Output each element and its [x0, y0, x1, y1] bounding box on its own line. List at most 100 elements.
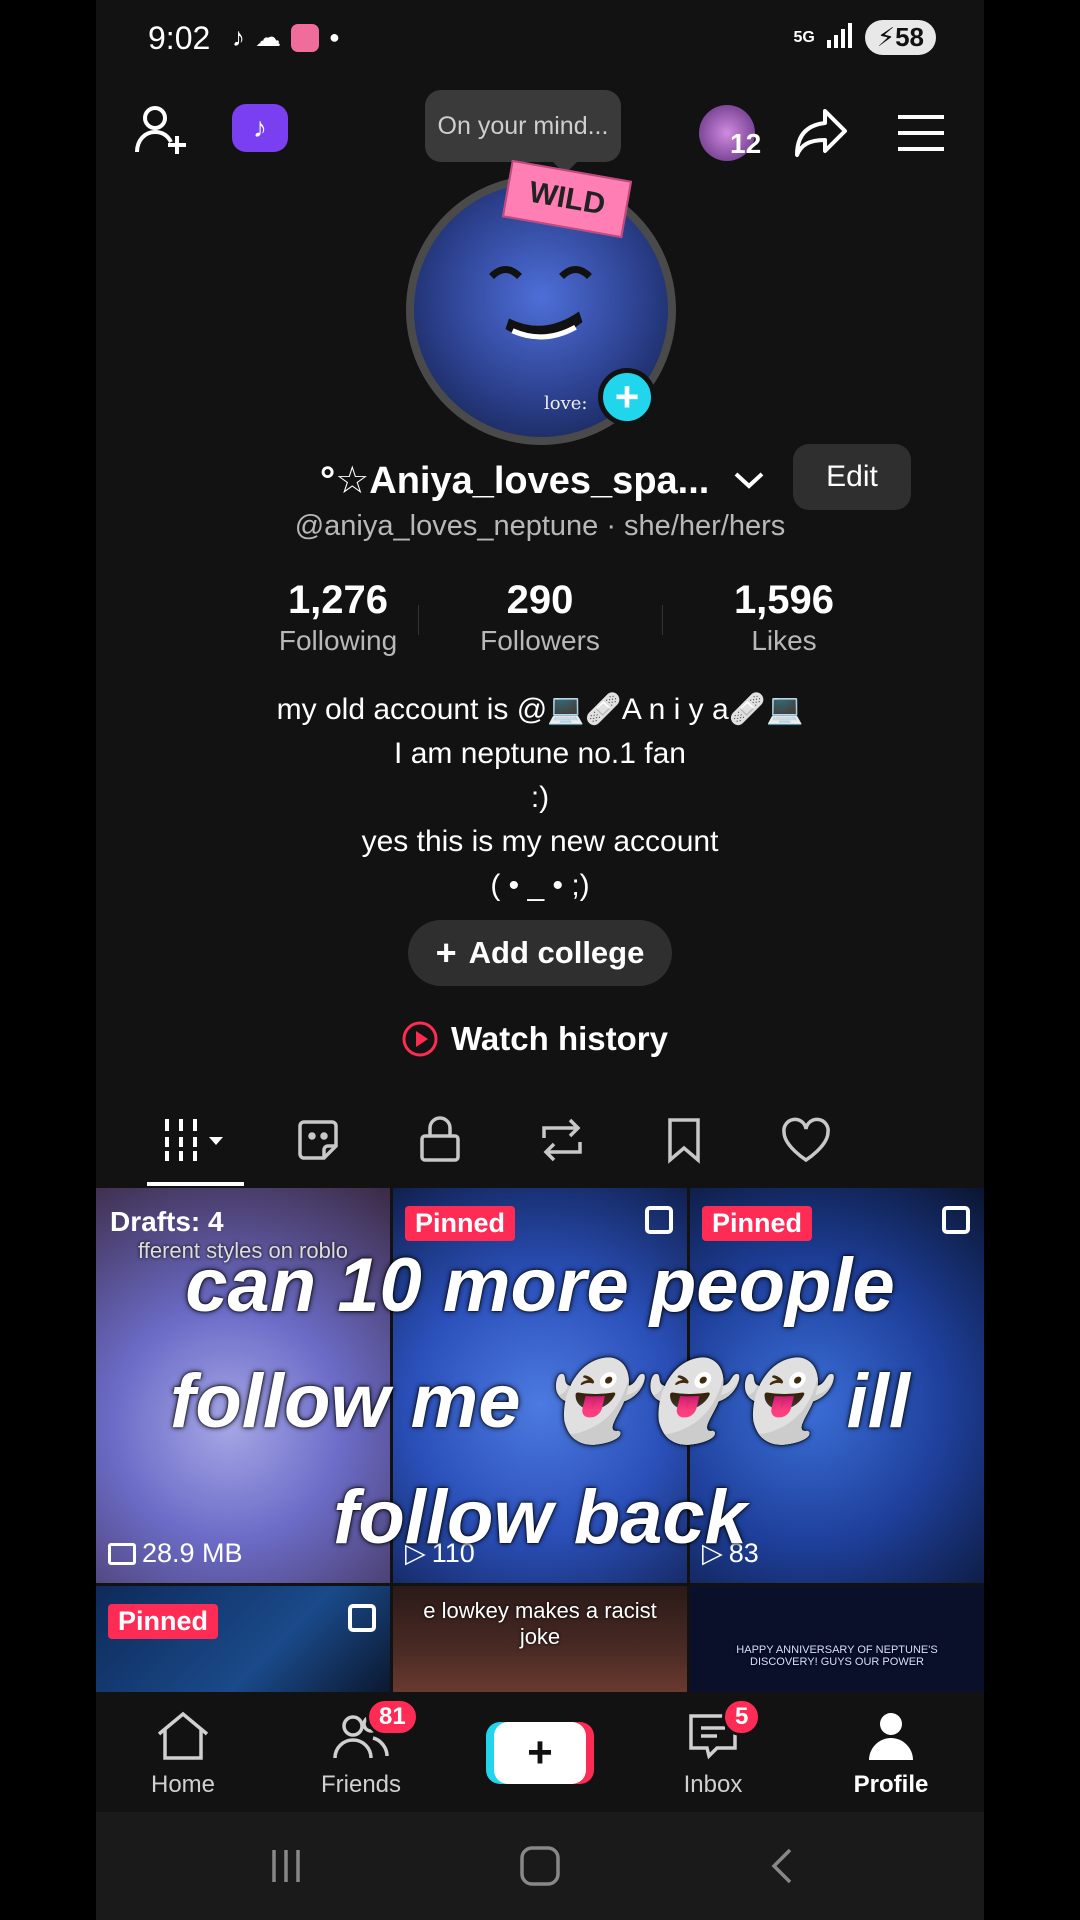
home-system-button[interactable]: [518, 1846, 562, 1891]
multi-photo-icon: [942, 1206, 970, 1234]
status-time: 9:02: [148, 20, 211, 56]
nav-friends[interactable]: Friends 81: [296, 1698, 426, 1799]
heart-icon: [782, 1117, 830, 1163]
app-notification-icon: [291, 23, 319, 52]
status-bar: 9:02 ♪ ☁ ● 5G ⚡58: [96, 0, 984, 80]
video-grid: fferent styles on roblo Drafts: 4 28.9 M…: [96, 1188, 984, 1693]
network-type: 5G: [793, 28, 815, 46]
edit-profile-button[interactable]: Edit: [793, 444, 911, 510]
view-count: ▷ 83: [702, 1538, 759, 1568]
share-profile-button[interactable]: [786, 98, 856, 168]
home-icon: [157, 1711, 209, 1760]
play-icon: ▷: [405, 1538, 426, 1568]
plus-icon: +: [527, 1728, 553, 1777]
tiktok-icon: ♪: [232, 22, 245, 52]
tab-stickers[interactable]: [278, 1105, 358, 1175]
profile-screen: 9:02 ♪ ☁ ● 5G ⚡58 ♪ On your mind... 12 l…: [96, 0, 984, 1920]
repost-icon: [542, 1118, 582, 1162]
add-story-button[interactable]: +: [598, 368, 656, 426]
likes-stat[interactable]: 1,596 Likes: [674, 578, 894, 657]
back-button[interactable]: [766, 1846, 798, 1891]
video-thumbnail[interactable]: e lowkey makes a racist joke: [393, 1586, 687, 1693]
bio-line: yes this is my new account: [361, 825, 719, 858]
add-college-button[interactable]: + Add college: [408, 920, 672, 986]
add-friend-button[interactable]: [126, 95, 196, 165]
tab-videos[interactable]: [156, 1105, 236, 1175]
avatar-caption: love:: [544, 393, 588, 414]
stat-divider: [418, 605, 419, 635]
nav-inbox[interactable]: Inbox 5: [648, 1698, 778, 1799]
story-count: 12: [730, 128, 762, 159]
stat-divider: [662, 605, 663, 635]
inbox-badge: 5: [722, 1698, 762, 1736]
bio-line: my old account is @💻🩹A n i y a🩹💻: [276, 693, 804, 726]
profile-bio: my old account is @💻🩹A n i y a🩹💻 I am ne…: [96, 688, 984, 908]
pinned-badge: Pinned: [108, 1604, 219, 1639]
sticker-icon: [298, 1120, 338, 1160]
plus-icon: +: [614, 373, 640, 420]
dot-icon: ●: [329, 27, 340, 47]
video-caption: fferent styles on roblo: [138, 1238, 348, 1263]
bio-line: ( • _ • ;): [490, 869, 590, 902]
likes-count: 1,596: [733, 578, 835, 622]
bio-line: :): [530, 781, 550, 814]
tab-reposts[interactable]: [522, 1105, 602, 1175]
on-your-mind-bubble[interactable]: On your mind...: [425, 90, 621, 174]
bottom-navigation: Home Friends 81 + Inbox 5 Profile: [96, 1692, 984, 1812]
view-count: ▷ 110: [405, 1538, 475, 1568]
nav-home[interactable]: Home: [118, 1710, 248, 1799]
drafts-label: Drafts: 4: [110, 1206, 224, 1237]
video-thumbnail[interactable]: Pinned ▷ 83: [690, 1188, 984, 1583]
play-circle-icon: [402, 1021, 438, 1057]
content-tabs: [96, 1105, 984, 1185]
profile-icon: [869, 1713, 913, 1760]
nav-profile[interactable]: Profile: [826, 1710, 956, 1799]
following-label: Following: [278, 625, 398, 656]
signal-icon: [825, 22, 855, 53]
cloud-icon: ☁: [255, 22, 281, 52]
menu-button[interactable]: [886, 98, 956, 168]
tiktok-studio-button[interactable]: ♪: [232, 104, 288, 152]
story-avatar-button[interactable]: 12: [692, 98, 762, 168]
hamburger-menu-icon: [898, 115, 944, 151]
active-tab-indicator: [147, 1182, 244, 1186]
pinned-badge: Pinned: [702, 1206, 813, 1241]
video-thumbnail[interactable]: Pinned: [96, 1586, 390, 1693]
lock-icon: [420, 1116, 460, 1162]
followers-label: Followers: [480, 625, 600, 656]
recent-apps-button[interactable]: [266, 1846, 306, 1891]
video-caption: e lowkey makes a racist joke: [423, 1598, 657, 1649]
friends-badge: 81: [366, 1698, 419, 1736]
neptune-face-image: [489, 266, 592, 340]
share-arrow-icon: [795, 109, 847, 157]
username-pronouns: @aniya_loves_neptune · she/her/hers: [294, 510, 786, 542]
tab-liked[interactable]: [766, 1105, 846, 1175]
tab-private[interactable]: [400, 1105, 480, 1175]
video-caption: HAPPY ANNIVERSARY OF NEPTUNE'S DISCOVERY…: [736, 1644, 938, 1668]
followers-count: 290: [506, 578, 574, 622]
add-person-icon: [135, 106, 186, 154]
recent-apps-icon: [272, 1850, 300, 1882]
create-button[interactable]: +: [494, 1722, 586, 1784]
following-count: 1,276: [287, 578, 389, 622]
following-stat[interactable]: 1,276 Following: [228, 578, 448, 657]
chevron-down-icon: [734, 472, 764, 489]
video-thumbnail[interactable]: Pinned ▷ 110: [393, 1188, 687, 1583]
bookmark-icon: [668, 1118, 700, 1164]
tab-favorites[interactable]: [644, 1105, 724, 1175]
watch-history-button[interactable]: Watch history: [401, 1020, 668, 1058]
bio-line: I am neptune no.1 fan: [394, 737, 686, 770]
home-square-icon: [520, 1846, 560, 1886]
play-icon: ▷: [702, 1538, 723, 1568]
followers-stat[interactable]: 290 Followers: [430, 578, 650, 657]
video-thumbnail[interactable]: HAPPY ANNIVERSARY OF NEPTUNE'S DISCOVERY…: [690, 1586, 984, 1693]
tiktok-logo-icon: ♪: [253, 112, 267, 143]
display-name: °☆Aniya_loves_spa...: [320, 460, 710, 502]
plus-icon: +: [435, 932, 457, 973]
draft-size: 28.9 MB: [108, 1538, 243, 1569]
multi-photo-icon: [645, 1206, 673, 1234]
folder-icon: [108, 1542, 136, 1565]
pinned-badge: Pinned: [405, 1206, 516, 1241]
likes-label: Likes: [751, 625, 817, 656]
video-thumbnail[interactable]: fferent styles on roblo Drafts: 4 28.9 M…: [96, 1188, 390, 1583]
